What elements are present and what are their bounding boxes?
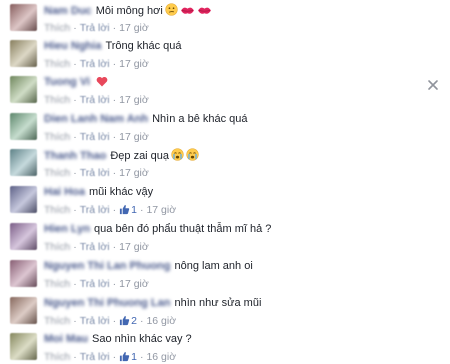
reply-link[interactable]: Trả lời <box>80 58 110 70</box>
reply-link[interactable]: Trả lời <box>80 241 110 253</box>
avatar[interactable] <box>10 223 37 250</box>
commenter-name[interactable]: Dien Lanh Nam Anh <box>44 113 148 125</box>
commenter-name[interactable]: Nguyen Thi Lan Phuong <box>44 260 171 272</box>
comment-time[interactable]: 16 giờ <box>146 315 176 327</box>
cry-emoji-icon <box>186 148 199 166</box>
comment-text: qua bên đó phẩu thuật thẫm mĩ hả ? <box>94 223 272 235</box>
reply-link[interactable]: Trả lời <box>80 315 110 327</box>
comment-actions: Thích · Trả lời · 17 giờ <box>44 131 149 143</box>
comment-time[interactable]: 17 giờ <box>146 204 176 216</box>
avatar[interactable] <box>10 76 37 103</box>
commenter-name[interactable]: Hien Lyn <box>44 223 90 235</box>
kiss-emoji-icon <box>197 5 212 21</box>
like-link[interactable]: Thích <box>44 315 70 327</box>
reply-link[interactable]: Trả lời <box>80 94 110 106</box>
like-link[interactable]: Thích <box>44 94 70 106</box>
reply-link[interactable]: Trả lời <box>80 278 110 290</box>
kiss-emoji-icon <box>180 5 195 21</box>
comment-time[interactable]: 17 giờ <box>119 58 149 70</box>
comment-body: Dien Lanh Nam Anh Nhìn a bê khác quá Thíc… <box>44 112 424 144</box>
comment-body: Nam Duc Môi mông hơi Thích · Trả lời · 17 giờ <box>44 3 424 35</box>
comment-body: Nguyen Thi Phuong Lan nhìn như sửa mũi Th… <box>44 296 424 328</box>
comment-body: Hien Lyn qua bên đó phẩu thuật thẫm mĩ hả… <box>44 222 424 254</box>
commenter-name[interactable]: Hieu Nghia <box>44 40 101 52</box>
commenter-name[interactable]: Moi Mau <box>44 333 88 345</box>
comment-actions: Thích · Trả lời · 17 giờ <box>44 241 149 253</box>
heart-emoji-icon <box>96 76 108 92</box>
avatar[interactable] <box>10 113 37 140</box>
like-link[interactable]: Thích <box>44 22 70 34</box>
like-link[interactable]: Thích <box>44 167 70 179</box>
like-count-value: 2 <box>131 315 137 327</box>
comment-body: Nguyen Thi Lan Phuong nông lam anh oi Thí… <box>44 259 424 291</box>
commenter-name[interactable]: Nam Duc <box>44 5 92 17</box>
comment-text: Môi mông hơi <box>95 5 163 17</box>
like-link[interactable]: Thích <box>44 351 70 363</box>
avatar[interactable] <box>10 4 37 31</box>
comment-actions: Thích · Trả lời · 17 giờ <box>44 94 149 106</box>
like-count-value: 1 <box>131 351 137 363</box>
comment-body: Thanh Thao Đẹp zai quạ Thích · Trả lời · 17 g… <box>44 148 424 180</box>
comment-time[interactable]: 17 giờ <box>119 241 149 253</box>
comment-actions: Thích · Trả lời · 17 giờ <box>44 278 149 290</box>
commenter-name[interactable]: Tuong Vi <box>44 76 90 88</box>
comment-actions: Thích · Trả lời · 17 giờ <box>44 22 149 34</box>
like-link[interactable]: Thích <box>44 278 70 290</box>
reply-link[interactable]: Trả lời <box>80 204 110 216</box>
like-count-value: 1 <box>131 204 137 216</box>
like-count[interactable]: 1 <box>119 351 137 363</box>
comment-text: Sao nhìn khác vay ? <box>92 333 192 345</box>
comment-time[interactable]: 17 giờ <box>119 278 149 290</box>
comment-text: Trông khác quá <box>105 40 182 52</box>
comment-actions: Thích · Trả lời · 17 giờ <box>44 58 149 70</box>
comment-actions: Thích · Trả lời · 2 · 16 giờ <box>44 315 177 327</box>
avatar[interactable] <box>10 149 37 176</box>
reply-link[interactable]: Trả lời <box>80 351 110 363</box>
avatar[interactable] <box>10 260 37 287</box>
reply-link[interactable]: Trả lời <box>80 131 110 143</box>
avatar[interactable] <box>10 186 37 213</box>
avatar[interactable] <box>10 333 37 360</box>
comment-time[interactable]: 17 giờ <box>119 22 149 34</box>
comment-actions: Thích · Trả lời · 1 · 16 giờ <box>44 351 177 363</box>
comment-body: Tuong Vi Thích · Trả lời · 17 giờ <box>44 75 424 107</box>
comment-body: Hieu Nghia Trông khác quá Thích · Trả lời · 1… <box>44 39 424 71</box>
like-count[interactable]: 2 <box>119 315 137 327</box>
like-count[interactable]: 1 <box>119 204 137 216</box>
comment-time[interactable]: 16 giờ <box>146 351 176 363</box>
reply-link[interactable]: Trả lời <box>80 167 110 179</box>
comment-actions: Thích · Trả lời · 1 · 17 giờ <box>44 204 177 216</box>
reply-link[interactable]: Trả lời <box>80 22 110 34</box>
commenter-name[interactable]: Nguyen Thi Phuong Lan <box>44 297 171 309</box>
comment-text: mũi khác vậy <box>88 186 154 198</box>
comment-time[interactable]: 17 giờ <box>119 167 149 179</box>
comment-time[interactable]: 17 giờ <box>119 131 149 143</box>
like-link[interactable]: Thích <box>44 204 70 216</box>
avatar[interactable] <box>10 40 37 67</box>
comment-text: nông lam anh oi <box>174 260 253 272</box>
like-link[interactable]: Thích <box>44 241 70 253</box>
comment-body: Hai Hoa mũi khác vậy Thích · Trả lời · 1 · 17 g… <box>44 185 424 217</box>
comment-text: Nhìn a bê khác quá <box>152 113 248 125</box>
like-link[interactable]: Thích <box>44 131 70 143</box>
comment-body: Moi Mau Sao nhìn khác vay ? Thích · Trả lời… <box>44 332 424 364</box>
comment-actions: Thích · Trả lời · 17 giờ <box>44 167 149 179</box>
commenter-name[interactable]: Hai Hoa <box>44 186 85 198</box>
comment-text: nhìn như sửa mũi <box>174 297 262 309</box>
commenter-name[interactable]: Thanh Thao <box>44 150 106 162</box>
comment-time[interactable]: 17 giờ <box>119 94 149 106</box>
like-link[interactable]: Thích <box>44 58 70 70</box>
comment-text: Đẹp zai quạ <box>110 150 170 162</box>
close-icon[interactable] <box>426 78 440 92</box>
cry-emoji-icon <box>171 148 184 166</box>
avatar[interactable] <box>10 297 37 324</box>
confused-emoji-icon <box>165 3 178 21</box>
